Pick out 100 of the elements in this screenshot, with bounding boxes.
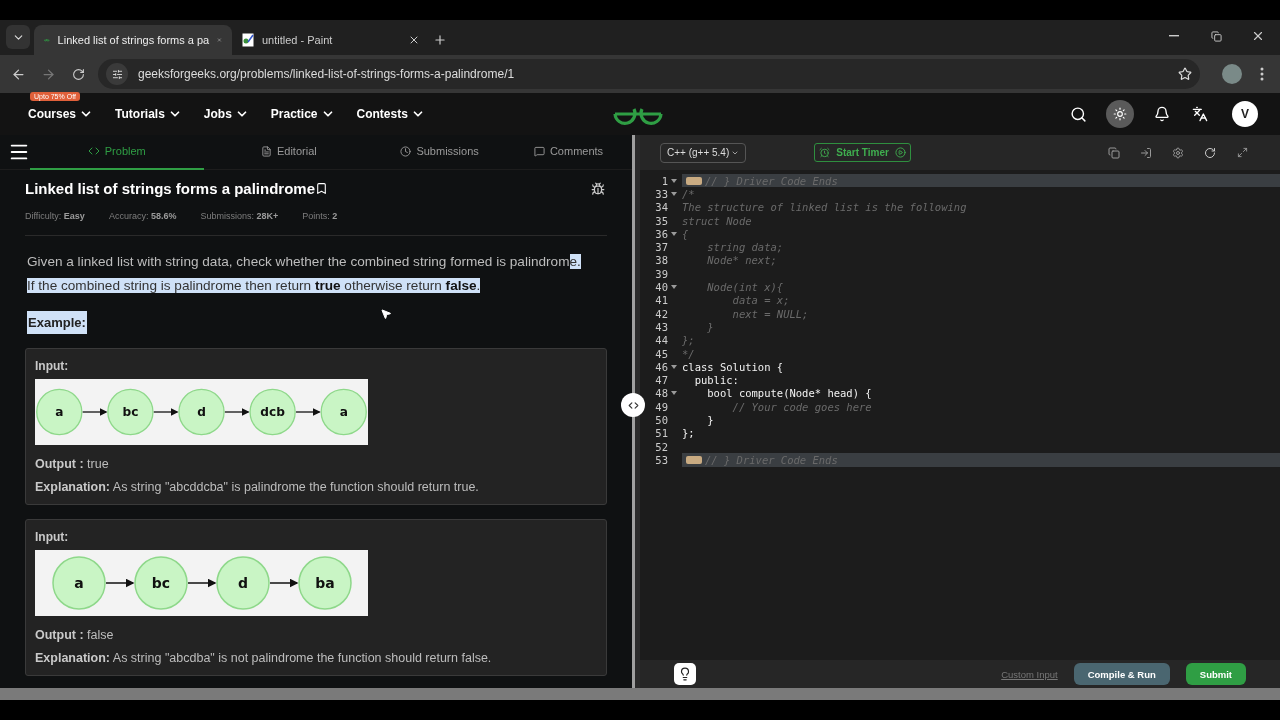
bell-icon xyxy=(1154,106,1170,122)
notification-button[interactable] xyxy=(1152,104,1172,124)
code-line: bool compute(Node* head) { xyxy=(706,387,872,400)
fold-caret-icon[interactable] xyxy=(671,391,677,396)
code-line: struct Node xyxy=(682,214,752,227)
code-icon xyxy=(87,145,100,157)
code-line: public: xyxy=(693,374,739,387)
list-node: bc xyxy=(133,556,188,610)
input-label: Input: xyxy=(35,530,70,544)
code-line: Node* next; xyxy=(706,254,777,267)
code-line: } xyxy=(706,320,714,333)
problem-stat: Points: 2 xyxy=(302,211,338,221)
arrow xyxy=(224,408,250,416)
problem-stat: Submissions: 28K+ xyxy=(200,211,279,221)
plus-icon xyxy=(433,33,447,47)
site-info-icon[interactable] xyxy=(106,63,128,85)
nav-menu-item[interactable]: Practice xyxy=(270,107,335,121)
fold-marker[interactable] xyxy=(686,176,702,185)
example-heading: Example: xyxy=(27,311,87,334)
code-line: data = x; xyxy=(731,294,790,307)
list-node: dcb xyxy=(249,388,296,436)
browser-tab[interactable]: Linked list of strings forms a pa xyxy=(34,25,232,55)
bookmark-star-icon[interactable] xyxy=(1178,67,1192,81)
fullscreen-icon xyxy=(1236,147,1248,158)
example-output: Output : false xyxy=(35,628,115,642)
arrow xyxy=(295,408,321,416)
import-icon xyxy=(1140,146,1152,159)
custom-input-link[interactable]: Custom Input xyxy=(1001,668,1058,680)
code-line: next = NULL; xyxy=(731,307,809,320)
comment-icon xyxy=(533,145,545,157)
close-icon[interactable] xyxy=(408,34,420,46)
problem-tab[interactable]: Problem xyxy=(30,135,204,170)
translate-button[interactable] xyxy=(1190,104,1210,124)
fold-caret-icon[interactable] xyxy=(671,285,677,289)
nav-menu-item[interactable]: Contests xyxy=(356,107,425,121)
search-button[interactable] xyxy=(1068,104,1088,124)
list-node: d xyxy=(215,556,270,610)
settings-icon xyxy=(1172,146,1184,159)
arrow xyxy=(82,408,108,416)
clock-icon xyxy=(400,145,412,157)
input-label: Input: xyxy=(35,359,70,373)
compile-run-button[interactable]: Compile & Run xyxy=(1073,663,1170,685)
theme-toggle-button[interactable] xyxy=(1106,100,1134,128)
address-field[interactable]: geeksforgeeks.org/problems/linked-list-of-strings-forms-a-palindrome/1 xyxy=(98,59,1200,89)
example-explanation: Explanation: As string "abcddcba" is palindrome the function should return true. xyxy=(35,480,480,494)
fold-caret-icon[interactable] xyxy=(671,178,677,183)
list-node: bc xyxy=(107,388,154,436)
problem-stat: Accuracy: 58.6% xyxy=(108,211,177,221)
code-line: }; xyxy=(682,427,695,440)
bug-icon[interactable] xyxy=(591,181,605,196)
list-node: ba xyxy=(297,556,352,610)
problem-description: Given a linked list with string data, check whether the combined string formed is palindrome. If the combined string is palindrome then return true otherwise return false. xyxy=(27,253,582,295)
sun-icon xyxy=(1113,107,1127,121)
restore-icon xyxy=(1210,30,1222,42)
play-icon xyxy=(894,147,906,158)
reload-icon xyxy=(71,67,85,81)
sliders-icon xyxy=(111,68,123,80)
fold-marker[interactable] xyxy=(686,455,702,464)
profile-avatar[interactable] xyxy=(1222,64,1242,84)
fold-caret-icon[interactable] xyxy=(671,231,677,236)
tab-search-button[interactable] xyxy=(6,25,30,49)
arrow xyxy=(104,578,134,588)
nav-menu-item[interactable]: Tutorials xyxy=(115,107,182,121)
fold-caret-icon[interactable] xyxy=(671,191,677,196)
alarm-clock-icon xyxy=(819,147,831,158)
nav-menu-item[interactable]: Jobs xyxy=(203,107,249,121)
code-line: /* xyxy=(682,187,695,200)
minimize-icon xyxy=(1169,35,1179,37)
document-icon xyxy=(260,145,272,157)
hint-button[interactable] xyxy=(674,663,696,685)
problem-stat: Difficulty: Easy xyxy=(25,211,85,221)
list-node: a xyxy=(320,388,367,436)
problem-title: Linked list of strings forms a palindrome xyxy=(25,180,316,197)
horizontal-scrollbar[interactable] xyxy=(0,688,1280,700)
paint-icon xyxy=(242,33,254,47)
user-avatar[interactable]: V xyxy=(1232,101,1258,127)
code-line: */ xyxy=(682,347,695,360)
mouse-pointer-icon xyxy=(380,308,392,320)
arrow xyxy=(186,578,216,588)
example-output: Output : true xyxy=(35,457,110,471)
list-node: a xyxy=(51,556,106,610)
search-icon xyxy=(1069,105,1087,123)
browser-tab[interactable]: untitled - Paint xyxy=(232,25,430,55)
problem-tab[interactable]: Comments xyxy=(505,135,632,170)
fold-caret-icon[interactable] xyxy=(671,364,677,369)
code-line: } xyxy=(706,414,714,426)
code-line: Node(int x){ xyxy=(706,281,784,293)
reset-icon xyxy=(1204,146,1216,159)
translate-icon xyxy=(1192,106,1208,122)
list-node: a xyxy=(36,388,83,436)
bookmark-icon[interactable] xyxy=(315,182,329,195)
arrow xyxy=(153,408,179,416)
code-line: class Solution { xyxy=(682,360,784,373)
problem-tab[interactable]: Submissions xyxy=(374,135,506,170)
problem-tab[interactable]: Editorial xyxy=(203,135,375,170)
example-explanation: Explanation: As string "abcdba" is not palindrome the function should return false. xyxy=(35,651,493,665)
lightbulb-icon xyxy=(678,667,692,681)
start-timer-button[interactable]: Start Timer xyxy=(814,143,911,162)
language-select[interactable]: C++ (g++ 5.4) xyxy=(660,142,747,163)
code-line: string data; xyxy=(706,241,784,254)
